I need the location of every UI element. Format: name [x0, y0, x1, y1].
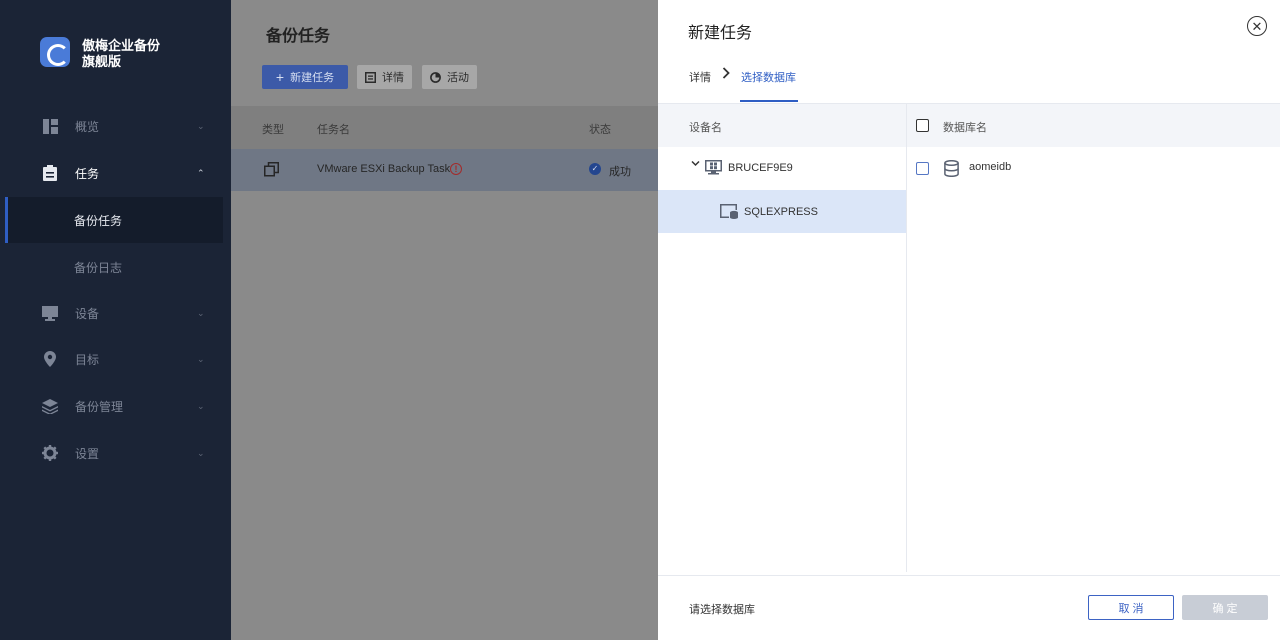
- close-icon[interactable]: ✕: [1247, 16, 1267, 36]
- main-content: 备份任务 + 新建任务 详情 活动 类型 任务名 状态 VMware ESXi …: [231, 0, 658, 640]
- device-column-label: 设备名: [689, 122, 722, 134]
- windows-computer-icon: [705, 160, 722, 175]
- device-column-header: 设备名: [658, 104, 906, 147]
- footer-divider: [658, 575, 1280, 576]
- step-details[interactable]: 详情: [689, 69, 711, 85]
- dashboard-icon: [42, 118, 58, 134]
- chevron-down-icon[interactable]: [691, 159, 700, 171]
- page-title: 备份任务: [266, 28, 331, 45]
- nav-label: 设备: [75, 306, 100, 321]
- activity-button[interactable]: 活动: [422, 65, 477, 89]
- brand-line-1: 傲梅企业备份: [82, 38, 161, 53]
- tree-node-device[interactable]: BRUCEF9E9: [658, 147, 906, 190]
- nav-subitem-backup-logs[interactable]: 备份日志: [5, 244, 223, 290]
- cancel-button[interactable]: 取 消: [1088, 595, 1174, 620]
- activity-label: 活动: [447, 72, 469, 84]
- table-row[interactable]: VMware ESXi Backup Task ! ✓ 成功: [231, 149, 658, 191]
- task-name: VMware ESXi Backup Task: [317, 163, 451, 175]
- column-header-status: 状态: [589, 124, 611, 136]
- nav-subitem-backup-tasks[interactable]: 备份任务: [5, 197, 223, 243]
- nav-item-settings[interactable]: 设置 ⌄: [0, 431, 231, 475]
- device-name: BRUCEF9E9: [728, 162, 793, 174]
- chevron-right-icon: [722, 67, 730, 82]
- nav-label: 目标: [75, 352, 100, 367]
- warning-icon[interactable]: !: [450, 163, 462, 175]
- location-pin-icon: [42, 351, 58, 367]
- sql-instance-icon: [720, 204, 738, 219]
- details-button[interactable]: 详情: [357, 65, 412, 89]
- nav-item-backup-management[interactable]: 备份管理 ⌄: [0, 384, 231, 428]
- monitor-icon: [42, 305, 58, 321]
- chevron-down-icon: ⌄: [197, 400, 205, 411]
- vm-backup-type-icon: [264, 162, 279, 177]
- tree-node-instance[interactable]: SQLEXPRESS: [658, 190, 906, 233]
- nav-label: 备份管理: [75, 399, 124, 414]
- chevron-down-icon: ⌄: [197, 120, 205, 131]
- layers-icon: [42, 398, 58, 414]
- brand-name: 傲梅企业备份 旗舰版: [82, 38, 160, 70]
- brand-line-2: 旗舰版: [82, 54, 122, 69]
- database-icon: [944, 160, 959, 177]
- nav-label: 任务: [75, 166, 100, 181]
- database-checkbox[interactable]: [916, 162, 929, 175]
- select-all-checkbox[interactable]: [916, 119, 929, 132]
- gear-icon: [42, 445, 58, 461]
- nav-item-overview[interactable]: 概览 ⌄: [0, 104, 231, 148]
- nav-label: 概览: [75, 119, 100, 134]
- nav-item-devices[interactable]: 设备 ⌄: [0, 291, 231, 335]
- details-label: 详情: [382, 72, 404, 84]
- step-select-database[interactable]: 选择数据库: [741, 69, 796, 85]
- chevron-down-icon: ⌄: [197, 447, 205, 458]
- task-status: 成功: [609, 166, 631, 178]
- panel-title: 新建任务: [688, 25, 753, 42]
- app-logo-icon: [40, 37, 70, 67]
- chevron-down-icon: ⌄: [197, 307, 205, 318]
- details-icon: [365, 71, 376, 83]
- database-name: aomeidb: [969, 161, 1012, 173]
- task-icon: [42, 165, 58, 181]
- nav-label: 设置: [75, 446, 100, 461]
- column-header-task-name: 任务名: [317, 124, 350, 136]
- new-task-panel: 新建任务 ✕ 详情 选择数据库 设备名 数据库名 BRUCEF9E9 SQLEX…: [658, 0, 1280, 640]
- sidebar: 傲梅企业备份 旗舰版 概览 ⌄ 任务 ⌃ 备份任务 备份日志 设备 ⌄ 目标 ⌄: [0, 0, 231, 640]
- database-row[interactable]: aomeidb: [907, 147, 1280, 187]
- nav-item-tasks[interactable]: 任务 ⌃: [0, 151, 231, 195]
- database-column-label: 数据库名: [943, 122, 987, 134]
- database-column-header: 数据库名: [907, 104, 1280, 147]
- confirm-button[interactable]: 确 定: [1182, 595, 1268, 620]
- plus-icon: +: [275, 69, 285, 85]
- instance-name: SQLEXPRESS: [744, 206, 818, 218]
- new-task-label: 新建任务: [290, 72, 335, 84]
- chevron-down-icon: ⌄: [197, 353, 205, 364]
- activity-icon: [430, 71, 441, 83]
- column-header-type: 类型: [262, 124, 284, 136]
- chevron-up-icon: ⌃: [197, 167, 205, 178]
- active-step-indicator: [740, 100, 798, 102]
- table-header: 类型 任务名 状态: [231, 106, 658, 149]
- footer-hint: 请选择数据库: [689, 604, 755, 616]
- new-task-button[interactable]: + 新建任务: [262, 65, 348, 89]
- success-check-icon: ✓: [589, 163, 601, 175]
- nav-item-targets[interactable]: 目标 ⌄: [0, 337, 231, 381]
